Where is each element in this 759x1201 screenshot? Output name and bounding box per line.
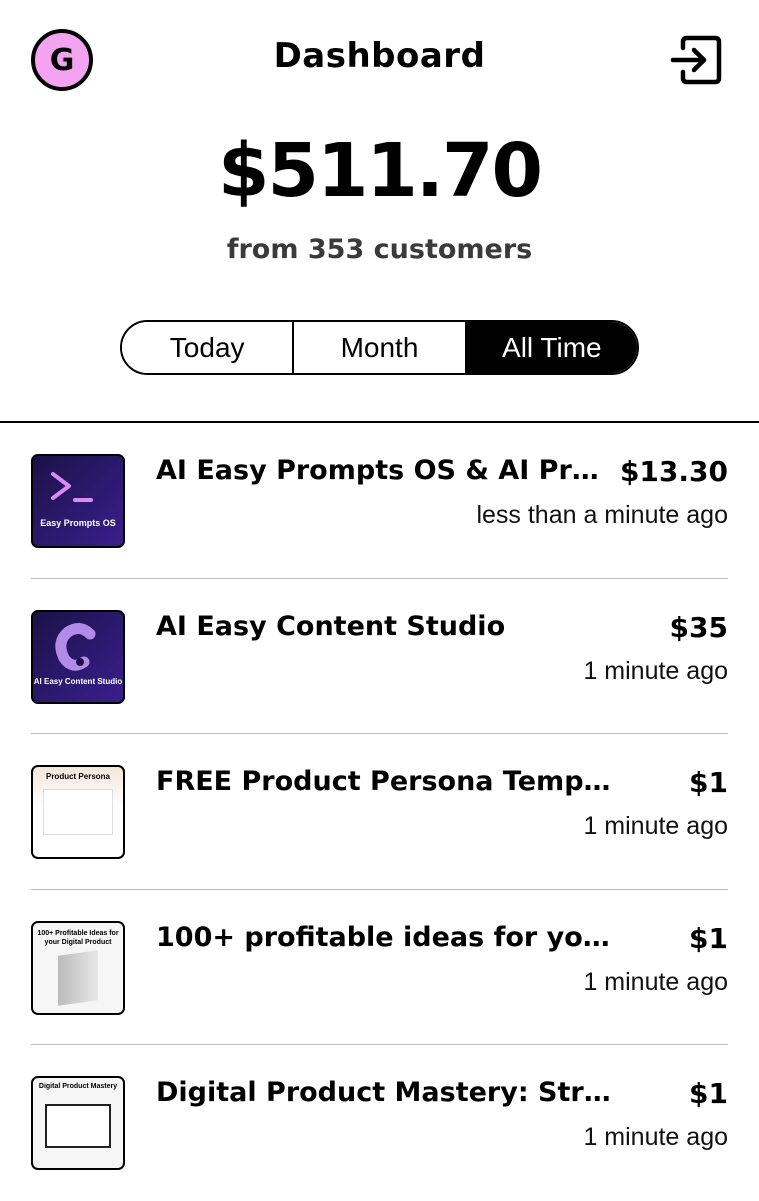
list-item[interactable]: Easy Prompts OS AI Easy Prompts OS & AI …	[31, 423, 728, 579]
thumbnail-caption: Product Persona	[45, 772, 110, 781]
customer-count: from 353 customers	[226, 234, 533, 265]
product-name: AI Easy Prompts OS & AI Pro...	[156, 455, 611, 486]
product-thumbnail: Digital Product Mastery	[31, 1076, 125, 1170]
thumbnail-book	[58, 949, 98, 1006]
product-thumbnail: Easy Prompts OS	[31, 454, 125, 548]
product-name: AI Easy Content Studio	[156, 610, 506, 642]
product-name: Digital Product Mastery: Streamli...	[156, 1077, 611, 1108]
list-item[interactable]: 100+ Profitable Ideas for your Digital P…	[31, 890, 728, 1045]
list-item[interactable]: Product Persona FREE Product Persona Tem…	[31, 734, 728, 890]
product-name: FREE Product Persona Template	[156, 766, 611, 797]
sale-price: $1	[689, 921, 728, 955]
product-thumbnail: AI Easy Content Studio	[31, 609, 125, 704]
list-item[interactable]: AI Easy Content Studio AI Easy Content S…	[31, 579, 728, 734]
thumbnail-caption: 100+ Profitable Ideas for your Digital P…	[37, 929, 119, 946]
sale-time: 1 minute ago	[583, 1123, 728, 1151]
thumbnail-preview	[45, 1104, 111, 1148]
tab-today[interactable]: Today	[122, 322, 293, 373]
top-bar: G Dashboard	[0, 0, 759, 120]
sale-price: $1	[689, 1077, 728, 1110]
tab-all-time[interactable]: All Time	[464, 322, 637, 373]
product-name: 100+ profitable ideas for your Digit...	[156, 921, 611, 953]
sale-price: $1	[689, 766, 728, 799]
list-item[interactable]: Digital Product Mastery Digital Product …	[31, 1045, 728, 1201]
sale-time: 1 minute ago	[583, 656, 728, 685]
product-thumbnail: 100+ Profitable Ideas for your Digital P…	[31, 920, 125, 1015]
product-thumbnail: Product Persona	[31, 765, 125, 859]
thumbnail-preview	[43, 789, 113, 835]
sales-list: Easy Prompts OS AI Easy Prompts OS & AI …	[0, 423, 759, 1201]
thumbnail-caption: Digital Product Mastery	[38, 1083, 118, 1090]
time-range-selector: Today Month All Time	[120, 320, 639, 375]
total-revenue: $511.70	[217, 128, 543, 214]
thumbnail-caption: AI Easy Content Studio	[33, 676, 123, 686]
sale-price: $13.30	[619, 455, 728, 488]
sale-price: $35	[669, 610, 728, 644]
thumbnail-caption: Easy Prompts OS	[40, 518, 116, 528]
content-studio-logo-icon	[55, 622, 96, 671]
page-title: Dashboard	[273, 36, 486, 76]
logout-icon[interactable]	[669, 34, 723, 86]
sale-time: 1 minute ago	[583, 967, 728, 996]
terminal-icon	[51, 472, 93, 502]
tab-month[interactable]: Month	[292, 322, 465, 373]
sale-time: 1 minute ago	[583, 812, 728, 840]
sale-time: less than a minute ago	[476, 501, 728, 529]
